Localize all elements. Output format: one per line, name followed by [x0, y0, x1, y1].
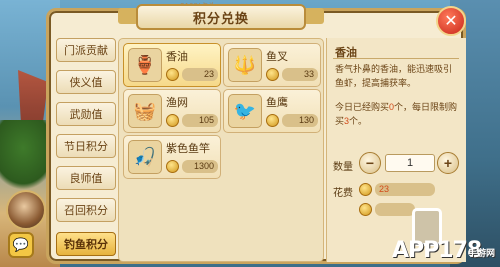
item-price: 33 [282, 68, 318, 81]
cost-value: 23 [375, 183, 435, 196]
tab-fishing-points[interactable]: 钓鱼积分 [56, 232, 116, 256]
category-sidebar: 门派贡献 侠义值 武勋值 节日积分 良师值 召回积分 钓鱼积分 [56, 38, 116, 262]
coin-icon [359, 203, 372, 216]
close-button[interactable]: ✕ [436, 6, 466, 36]
title-decoration-left [118, 8, 138, 24]
tab-chivalry[interactable]: 侠义值 [56, 70, 116, 94]
item-name: 渔网 [166, 97, 188, 109]
item-name: 香油 [166, 51, 188, 63]
player-avatar[interactable] [6, 190, 46, 230]
coin-icon [166, 114, 179, 127]
tab-recall-points[interactable]: 召回积分 [56, 198, 116, 222]
tab-military-merit[interactable]: 武勋值 [56, 102, 116, 126]
close-icon: ✕ [444, 13, 458, 30]
quantity-minus-button[interactable]: − [359, 152, 381, 174]
cost-label: 花费 [333, 188, 353, 199]
quantity-plus-button[interactable]: + [437, 152, 459, 174]
limit-prefix: 今日已经购买 [335, 102, 390, 112]
divider [333, 58, 459, 59]
quantity-input[interactable]: 1 [385, 154, 435, 172]
fishing-net-icon: 🧺 [128, 94, 162, 128]
item-name: 紫色鱼竿 [166, 143, 210, 155]
item-price: 130 [282, 114, 318, 127]
item-card-fish-fork[interactable]: 🔱 鱼叉 33 [223, 43, 321, 87]
fish-fork-icon: 🔱 [228, 48, 262, 82]
item-price: 23 [182, 68, 218, 81]
item-name: 鱼叉 [266, 51, 288, 63]
coin-icon [359, 183, 372, 196]
coin-icon [166, 160, 179, 173]
tab-mentor-points[interactable]: 良师值 [56, 166, 116, 190]
coin-icon [266, 114, 279, 127]
tab-festival-points[interactable]: 节日积分 [56, 134, 116, 158]
fishing-rod-icon: 🎣 [128, 140, 162, 174]
site-watermark-logo: APP178 手游网 [392, 208, 500, 267]
coin-icon [166, 68, 179, 81]
oil-bottle-icon: 🏺 [128, 48, 162, 82]
tab-sect-contribution[interactable]: 门派贡献 [56, 38, 116, 62]
item-card-fishing-net[interactable]: 🧺 渔网 105 [123, 89, 221, 133]
item-card-oil[interactable]: 🏺 香油 23 [123, 43, 221, 87]
quantity-label: 数量 [333, 162, 353, 173]
purchase-limit-text: 今日已经购买0个，每日限制购买3个。 [335, 100, 459, 128]
cost-row: 花费 23 [333, 182, 463, 199]
item-price: 1300 [182, 160, 218, 173]
coin-icon [266, 68, 279, 81]
title-decoration-right [304, 8, 324, 24]
limit-suffix: 个。 [349, 116, 368, 126]
cormorant-icon: 🐦 [228, 94, 262, 128]
item-card-purple-rod[interactable]: 🎣 紫色鱼竿 1300 [123, 135, 221, 179]
panel-title: 积分兑换 [136, 4, 306, 30]
detail-description: 香气扑鼻的香油，能迅速吸引鱼虾，提高捕获率。 [335, 64, 453, 88]
item-grid: 🏺 香油 23 🔱 鱼叉 33 🧺 渔网 105 🐦 鱼鹰 130 🎣 紫色鱼竿… [118, 38, 324, 262]
item-price: 105 [182, 114, 218, 127]
item-card-cormorant[interactable]: 🐦 鱼鹰 130 [223, 89, 321, 133]
logo-subtext: 手游网 [468, 248, 496, 258]
item-name: 鱼鹰 [266, 97, 288, 109]
quantity-stepper: 数量 − 1 + [333, 152, 463, 176]
chat-icon[interactable]: 💬 [8, 232, 34, 258]
